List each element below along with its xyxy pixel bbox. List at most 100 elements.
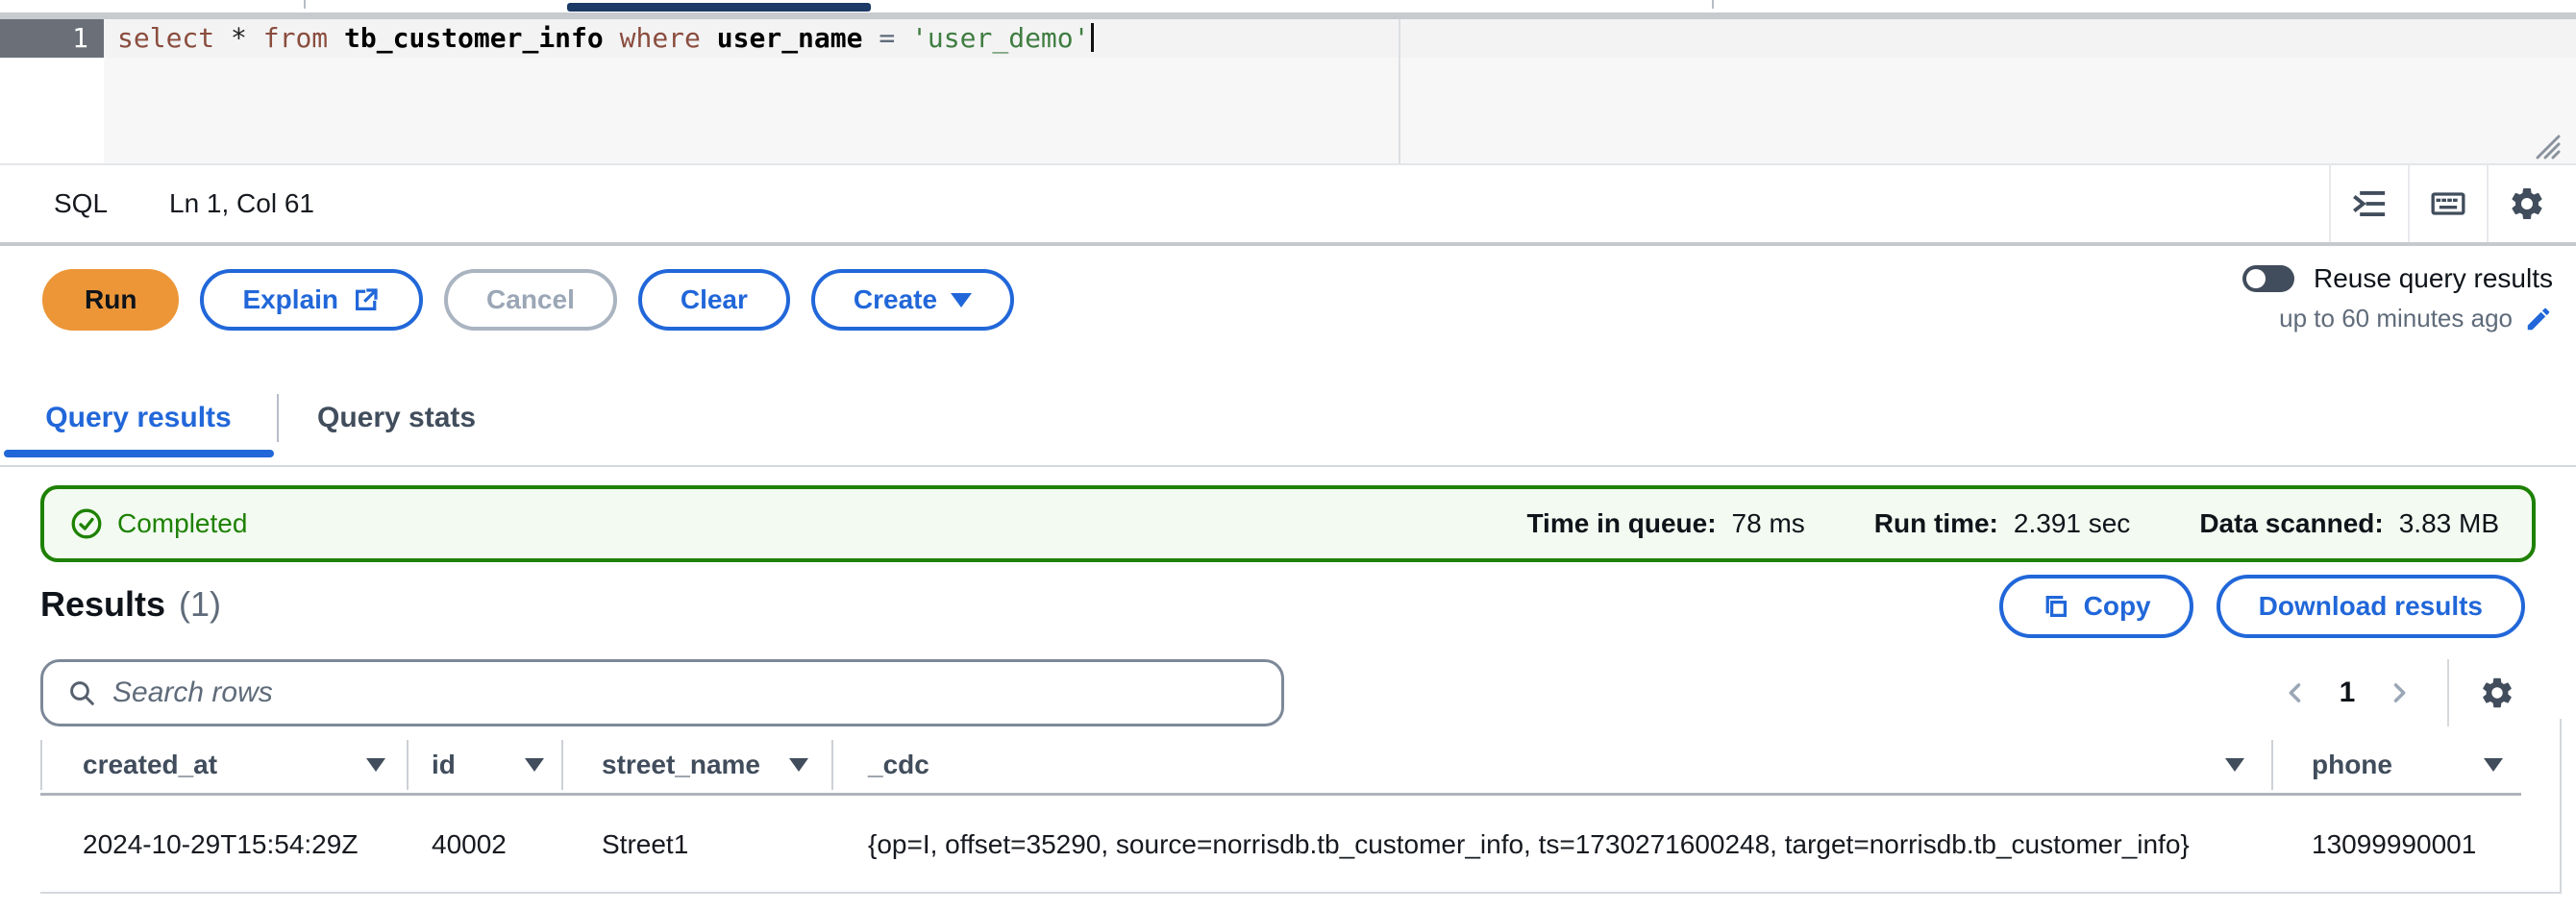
- tab-query-stats-label: Query stats: [317, 402, 476, 434]
- sql-token: =: [879, 22, 895, 54]
- caret-down-icon: [951, 293, 972, 308]
- active-tab-underline: [4, 450, 274, 457]
- table-cell-id: 40002: [407, 829, 561, 860]
- column-header-label: id: [432, 750, 456, 780]
- cancel-button[interactable]: Cancel: [444, 269, 617, 331]
- pager-divider: [2447, 659, 2449, 726]
- check-circle-icon: [69, 506, 104, 541]
- column-header-id[interactable]: id: [407, 750, 561, 780]
- editor-gutter: [0, 58, 104, 163]
- status-text: Completed: [117, 508, 247, 539]
- editor-settings-button[interactable]: [2487, 165, 2565, 242]
- table-row: 2024-10-29T15:54:29Z40002Street1{op=I, o…: [40, 796, 2576, 894]
- results-settings-button[interactable]: [2476, 664, 2518, 722]
- query-toolbar: Run Explain Cancel Clear Create Reuse qu…: [0, 250, 2576, 371]
- results-table: created_at id street_name _cdc phone 2024-10…: [40, 734, 2576, 894]
- column-divider: [40, 740, 42, 790]
- sql-token: [862, 22, 879, 54]
- sql-token: select: [117, 22, 214, 54]
- sql-token: user_name: [717, 22, 863, 54]
- reuse-query-results-toggle[interactable]: [2242, 265, 2294, 292]
- edit-reuse-duration-button[interactable]: [2524, 305, 2553, 333]
- clear-button[interactable]: Clear: [638, 269, 790, 331]
- sql-token: [328, 22, 344, 54]
- results-title: Results: [40, 584, 165, 625]
- keyboard-shortcuts-button[interactable]: [2408, 165, 2487, 242]
- filter-icon[interactable]: [2484, 758, 2503, 772]
- reuse-duration-text: up to 60 minutes ago: [2279, 304, 2513, 333]
- download-results-button[interactable]: Download results: [2217, 575, 2525, 638]
- filter-icon[interactable]: [525, 758, 544, 772]
- pagination-prev-button[interactable]: [2274, 664, 2316, 722]
- column-divider: [2271, 740, 2273, 790]
- sql-token: [701, 22, 717, 54]
- tab-separator-tick: [1712, 0, 1714, 9]
- editor-top-border: [0, 12, 2576, 19]
- search-rows-box[interactable]: [40, 659, 1284, 726]
- sql-code-line[interactable]: select * from tb_customer_info where use…: [117, 19, 2576, 58]
- editor-pane-divider: [1399, 19, 1400, 163]
- create-button-label: Create: [854, 284, 937, 315]
- table-cell-street_name: Street1: [561, 829, 831, 860]
- table-cell-created_at: 2024-10-29T15:54:29Z: [40, 829, 407, 860]
- search-input[interactable]: [112, 664, 1281, 722]
- copy-button[interactable]: Copy: [1999, 575, 2193, 638]
- column-header-label: created_at: [83, 750, 217, 780]
- query-editor[interactable]: 1 select * from tb_customer_info where u…: [0, 19, 2576, 163]
- table-cell-phone: 13099990001: [2271, 829, 2576, 860]
- format-indent-icon: [2351, 185, 2388, 222]
- sql-token: where: [620, 22, 701, 54]
- filter-icon[interactable]: [789, 758, 808, 772]
- editor-active-line[interactable]: select * from tb_customer_info where use…: [104, 19, 2576, 58]
- banner-stat: Data scanned:3.83 MB: [2199, 508, 2499, 539]
- column-header-phone[interactable]: phone: [2271, 750, 2576, 780]
- row-divider: [40, 892, 2562, 894]
- column-header-label: phone: [2312, 750, 2392, 780]
- column-header-created_at[interactable]: created_at: [40, 750, 407, 780]
- sql-token: from: [263, 22, 328, 54]
- table-cell-_cdc: {op=I, offset=35290, source=norrisdb.tb_…: [831, 829, 2271, 860]
- pagination-page-number[interactable]: 1: [2326, 677, 2368, 709]
- results-header: Results (1) Copy Download results: [40, 575, 2536, 640]
- create-menu-button[interactable]: Create: [811, 269, 1014, 331]
- tab-query-stats[interactable]: Query stats: [279, 371, 514, 465]
- explain-button[interactable]: Explain: [200, 269, 423, 331]
- sql-token: [895, 22, 911, 54]
- banner-stat: Time in queue:78 ms: [1526, 508, 1804, 539]
- search-icon: [66, 677, 97, 708]
- filter-icon[interactable]: [366, 758, 385, 772]
- banner-stats: Time in queue:78 msRun time:2.391 secDat…: [1526, 508, 2499, 539]
- statusbar-cursor-position: Ln 1, Col 61: [169, 165, 314, 242]
- column-header-label: _cdc: [868, 750, 929, 780]
- pagination-next-button[interactable]: [2378, 664, 2420, 722]
- statusbar-language: SQL: [54, 165, 108, 242]
- results-controls: 1: [40, 659, 2536, 726]
- editor-resize-handle[interactable]: [2530, 133, 2563, 160]
- settings-gear-icon: [2508, 185, 2546, 223]
- query-status-banner: Completed Time in queue:78 msRun time:2.…: [40, 485, 2536, 562]
- editor-status-bar: SQL Ln 1, Col 61: [0, 163, 2576, 246]
- sql-token: tb_customer_info: [344, 22, 604, 54]
- table-body: 2024-10-29T15:54:29Z40002Street1{op=I, o…: [40, 796, 2576, 894]
- table-header: created_at id street_name _cdc phone: [40, 734, 2576, 796]
- format-query-button[interactable]: [2329, 165, 2408, 242]
- sql-token: *: [231, 22, 247, 54]
- explain-button-label: Explain: [242, 284, 338, 315]
- column-header-_cdc[interactable]: _cdc: [831, 750, 2271, 780]
- column-header-street_name[interactable]: street_name: [561, 750, 831, 780]
- filter-icon[interactable]: [2225, 758, 2244, 772]
- copy-icon: [2042, 592, 2070, 621]
- keyboard-icon: [2429, 185, 2467, 223]
- reuse-query-results-label: Reuse query results: [2314, 263, 2553, 294]
- results-count: (1): [179, 584, 221, 625]
- column-header-label: street_name: [602, 750, 760, 780]
- copy-button-label: Copy: [2084, 591, 2151, 622]
- run-button[interactable]: Run: [42, 269, 179, 331]
- sql-token: [214, 22, 231, 54]
- sql-token: [604, 22, 620, 54]
- sql-token: 'user_demo': [911, 22, 1089, 54]
- toggle-knob: [2246, 269, 2266, 288]
- editor-tab-strip: [0, 0, 2576, 12]
- table-header-row: created_at id street_name _cdc phone: [40, 734, 2576, 796]
- external-link-icon: [352, 285, 381, 314]
